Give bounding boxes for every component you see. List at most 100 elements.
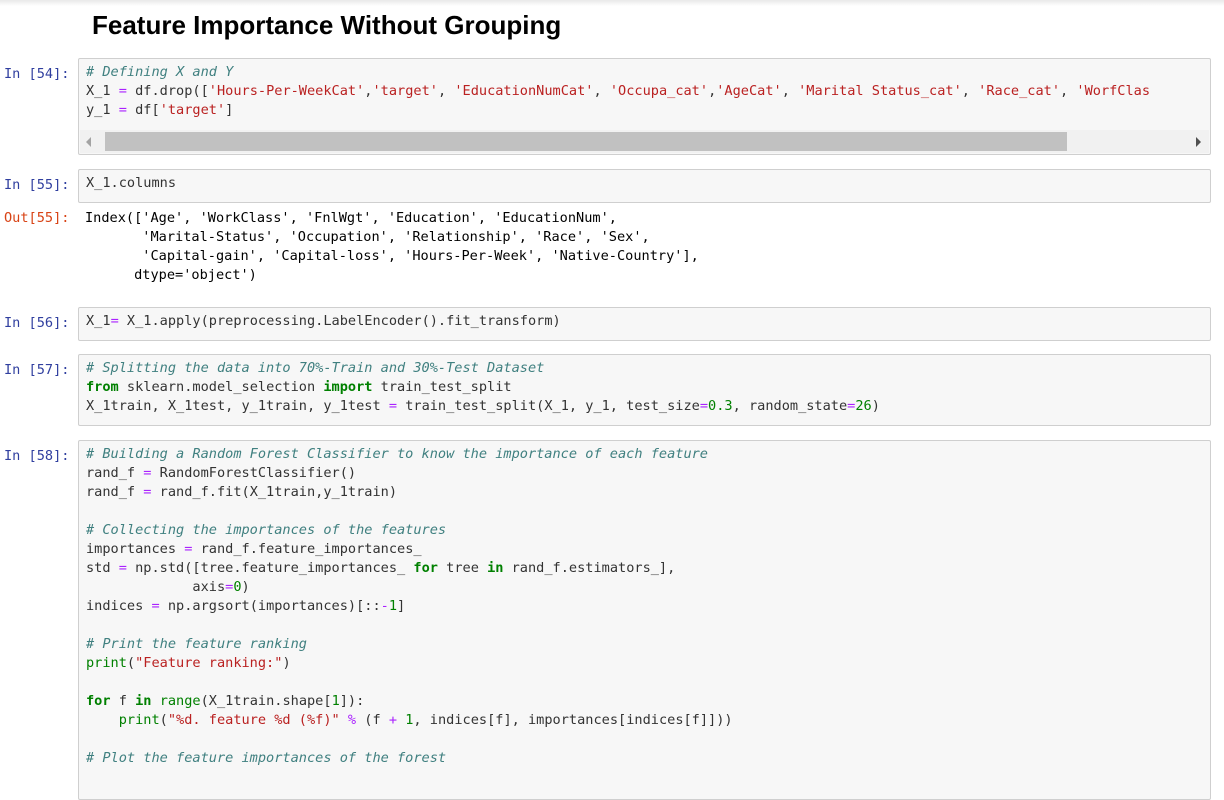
code-token: import bbox=[323, 379, 373, 395]
code-token: df[ bbox=[126, 102, 160, 118]
code-token: # Print the feature ranking bbox=[86, 636, 307, 652]
code-editor[interactable]: # Defining X and Y X_1 = df.drop(['Hours-… bbox=[78, 58, 1211, 155]
code-token: range bbox=[159, 693, 201, 709]
code-token: rand_f bbox=[86, 484, 144, 500]
code-token: rand_f.fit(X_1train,y_1train) bbox=[151, 484, 398, 500]
code-token: rand_f bbox=[86, 465, 144, 481]
output-text: Index(['Age', 'WorkClass', 'FnlWgt', 'Ed… bbox=[85, 209, 699, 285]
top-shadow bbox=[0, 0, 1224, 6]
code-token: # Splitting the data into 70%-Train and … bbox=[86, 360, 545, 376]
code-token: ) bbox=[282, 655, 291, 671]
code-line[interactable]: y_1 = df['target'] bbox=[86, 101, 1210, 120]
code-token: print bbox=[86, 655, 127, 671]
code-token: ] bbox=[225, 102, 234, 118]
code-editor[interactable]: X_1= X_1.apply(preprocessing.LabelEncode… bbox=[78, 307, 1211, 341]
code-text[interactable]: # Building a Random Forest Classifier to… bbox=[79, 441, 1210, 768]
code-line[interactable]: # Defining X and Y bbox=[86, 63, 1210, 82]
code-token: ( bbox=[126, 655, 136, 671]
code-token: 1 bbox=[331, 693, 340, 709]
code-token: , random_state bbox=[732, 398, 848, 414]
code-editor[interactable]: # Splitting the data into 70%-Train and … bbox=[78, 354, 1211, 426]
code-token: (X_1train.shape[ bbox=[200, 693, 332, 709]
code-line[interactable]: # Collecting the importances of the feat… bbox=[86, 521, 1210, 540]
code-line[interactable]: X_1.columns bbox=[86, 174, 1210, 193]
code-text[interactable]: # Splitting the data into 70%-Train and … bbox=[79, 355, 1210, 416]
input-prompt: In [56]: bbox=[4, 315, 70, 331]
code-text[interactable]: X_1= X_1.apply(preprocessing.LabelEncode… bbox=[79, 308, 1210, 331]
code-line[interactable]: rand_f = RandomForestClassifier() bbox=[86, 464, 1210, 483]
code-token: 'WorfClas bbox=[1076, 83, 1151, 99]
section-heading: Feature Importance Without Grouping bbox=[92, 10, 562, 40]
code-line[interactable] bbox=[86, 502, 1210, 521]
code-line[interactable]: indices = np.argsort(importances)[::-1] bbox=[86, 597, 1210, 616]
code-text[interactable]: # Defining X and Y X_1 = df.drop(['Hours-… bbox=[79, 59, 1210, 120]
code-line[interactable]: std = np.std([tree.feature_importances_ … bbox=[86, 559, 1210, 578]
code-token: ) bbox=[871, 398, 880, 414]
code-token: print bbox=[118, 712, 160, 728]
code-token: + bbox=[388, 712, 398, 728]
code-token: , bbox=[593, 83, 610, 99]
code-token: X_1 bbox=[86, 313, 111, 329]
code-token: = bbox=[388, 398, 398, 414]
code-token: tree bbox=[437, 560, 488, 576]
code-token: X_1train, X_1test, y_1train, y_1test bbox=[86, 398, 389, 414]
output-line: dtype='object') bbox=[85, 267, 257, 283]
horizontal-scrollbar[interactable] bbox=[80, 130, 1209, 153]
code-line[interactable]: print("Feature ranking:") bbox=[86, 654, 1210, 673]
code-token: y_1 bbox=[86, 102, 119, 118]
code-line[interactable]: axis=0) bbox=[86, 578, 1210, 597]
code-token: , bbox=[781, 83, 799, 99]
code-token: = bbox=[118, 560, 127, 576]
code-token: 0 bbox=[233, 579, 242, 595]
code-token: = bbox=[699, 398, 709, 414]
code-token: ]): bbox=[339, 693, 365, 709]
code-token: RandomForestClassifier() bbox=[151, 465, 357, 481]
code-editor[interactable]: X_1.columns bbox=[78, 169, 1211, 203]
code-token: rand_f.estimators_], bbox=[503, 560, 676, 576]
code-token: 'Occupa_cat' bbox=[609, 83, 709, 99]
code-token: train_test_split(X_1, y_1, test_size bbox=[397, 398, 700, 414]
code-line[interactable]: X_1 = df.drop(['Hours-Per-WeekCat','targ… bbox=[86, 82, 1210, 101]
code-token: std bbox=[86, 560, 119, 576]
input-prompt: In [54]: bbox=[4, 66, 70, 82]
code-token: # Building a Random Forest Classifier to… bbox=[86, 446, 708, 462]
code-token: 'Marital Status_cat' bbox=[798, 83, 962, 99]
output-prompt: Out[55]: bbox=[4, 210, 70, 226]
code-line[interactable]: # Building a Random Forest Classifier to… bbox=[86, 445, 1210, 464]
scroll-right-icon[interactable] bbox=[1196, 137, 1201, 147]
code-token: train_test_split bbox=[372, 379, 512, 395]
code-token: ] bbox=[397, 598, 406, 614]
code-line[interactable]: importances = rand_f.feature_importances… bbox=[86, 540, 1210, 559]
code-token: X_1 bbox=[86, 83, 119, 99]
code-line[interactable]: print("%d. feature %d (%f)" % (f + 1, in… bbox=[86, 711, 1210, 730]
code-line[interactable]: rand_f = rand_f.fit(X_1train,y_1train) bbox=[86, 483, 1210, 502]
code-line[interactable] bbox=[86, 673, 1210, 692]
scroll-left-icon[interactable] bbox=[86, 137, 91, 147]
code-text[interactable]: X_1.columns bbox=[79, 170, 1210, 193]
code-token: indices bbox=[86, 598, 152, 614]
code-line[interactable]: X_1train, X_1test, y_1train, y_1test = t… bbox=[86, 397, 1210, 416]
code-line[interactable] bbox=[86, 616, 1210, 635]
code-token: (f bbox=[356, 712, 389, 728]
code-token: , bbox=[961, 83, 979, 99]
code-line[interactable]: # Splitting the data into 70%-Train and … bbox=[86, 359, 1210, 378]
code-line[interactable] bbox=[86, 730, 1210, 749]
code-token: from bbox=[86, 379, 119, 395]
code-token: 'target' bbox=[159, 102, 226, 118]
code-editor[interactable]: # Building a Random Forest Classifier to… bbox=[78, 440, 1211, 800]
code-token: # Collecting the importances of the feat… bbox=[86, 522, 447, 538]
scrollbar-thumb[interactable] bbox=[105, 132, 1067, 151]
code-line[interactable]: from sklearn.model_selection import trai… bbox=[86, 378, 1210, 397]
code-line[interactable]: # Print the feature ranking bbox=[86, 635, 1210, 654]
code-line[interactable]: for f in range(X_1train.shape[1]): bbox=[86, 692, 1210, 711]
code-token: 'Hours-Per-WeekCat' bbox=[208, 83, 365, 99]
code-token: for bbox=[413, 560, 438, 576]
code-line[interactable]: X_1= X_1.apply(preprocessing.LabelEncode… bbox=[86, 312, 1210, 331]
code-line[interactable]: # Plot the feature importances of the fo… bbox=[86, 749, 1210, 768]
code-token: - bbox=[380, 598, 389, 614]
code-token: % bbox=[347, 712, 357, 728]
